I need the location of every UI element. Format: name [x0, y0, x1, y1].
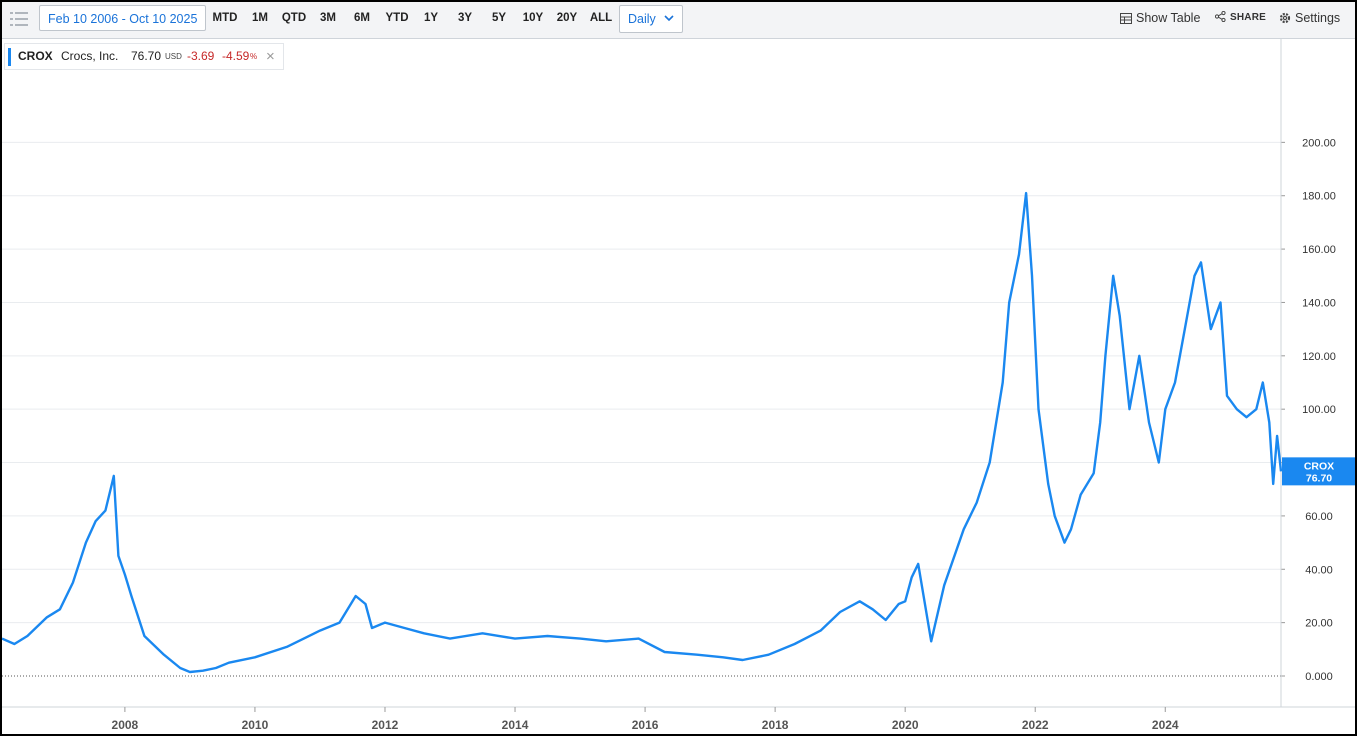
legend-color-swatch [8, 48, 11, 66]
period-20y-button[interactable]: 20Y [552, 5, 582, 31]
y-tick-label: 200.00 [1302, 137, 1336, 149]
period-1m-button[interactable]: 1M [246, 5, 274, 31]
period-6m-button[interactable]: 6M [348, 5, 376, 31]
x-tick-label: 2024 [1152, 718, 1179, 732]
legend-close-icon[interactable]: × [266, 44, 275, 69]
price-chart[interactable]: 0.00020.0040.0060.0080.00100.00120.00140… [2, 39, 1355, 734]
legend-price: 76.70 [131, 49, 162, 63]
period-ytd-button[interactable]: YTD [380, 5, 414, 31]
share-button[interactable]: SHARE [1214, 5, 1267, 31]
share-icon [1214, 10, 1226, 23]
x-tick-label: 2012 [372, 718, 399, 732]
period-3y-button[interactable]: 3Y [452, 5, 478, 31]
y-tick-label: 140.00 [1302, 297, 1336, 309]
y-tick-label: 160.00 [1302, 244, 1336, 256]
show-table-label: Show Table [1136, 11, 1201, 25]
last-price-tag-value: 76.70 [1306, 472, 1332, 484]
settings-label: Settings [1295, 11, 1341, 25]
chart-window: Feb 10 2006 - Oct 10 2025 MTD 1M QTD 3M … [0, 0, 1357, 736]
series-legend: CROX Crocs, Inc. 76.70 USD -3.69 -4.59 %… [4, 43, 284, 70]
y-tick-label: 0.000 [1305, 671, 1333, 683]
legend-percent-sign: % [250, 52, 258, 61]
chevron-down-icon [664, 15, 674, 22]
period-5y-button[interactable]: 5Y [486, 5, 512, 31]
x-tick-label: 2020 [892, 718, 919, 732]
y-tick-label: 20.00 [1305, 618, 1333, 630]
y-tick-label: 60.00 [1305, 511, 1333, 523]
x-tick-label: 2010 [242, 718, 269, 732]
legend-company-name: Crocs, Inc. [61, 49, 119, 63]
period-3m-button[interactable]: 3M [314, 5, 342, 31]
x-tick-label: 2022 [1022, 718, 1049, 732]
x-tick-label: 2014 [502, 718, 529, 732]
x-tick-label: 2016 [632, 718, 659, 732]
share-label: SHARE [1230, 12, 1267, 23]
y-tick-label: 100.00 [1302, 404, 1336, 416]
y-tick-label: 180.00 [1302, 191, 1336, 203]
y-tick-label: 120.00 [1302, 351, 1336, 363]
show-table-button[interactable]: Show Table [1120, 5, 1200, 31]
toolbar: Feb 10 2006 - Oct 10 2025 MTD 1M QTD 3M … [2, 2, 1355, 39]
legend-currency: USD [165, 52, 182, 61]
date-range-button[interactable]: Feb 10 2006 - Oct 10 2025 [39, 5, 207, 31]
settings-button[interactable]: Settings [1279, 5, 1340, 31]
period-qtd-button[interactable]: QTD [277, 5, 311, 31]
legend-change-pct: -4.59 [222, 49, 250, 63]
gear-icon [1279, 12, 1291, 24]
legend-change: -3.69 [187, 49, 215, 63]
period-all-button[interactable]: ALL [586, 5, 616, 31]
y-tick-label: 40.00 [1305, 564, 1333, 576]
period-mtd-button[interactable]: MTD [208, 5, 242, 31]
period-10y-button[interactable]: 10Y [518, 5, 548, 31]
menu-icon[interactable] [10, 10, 28, 28]
interval-label: Daily [628, 12, 656, 26]
x-tick-label: 2018 [762, 718, 789, 732]
x-tick-label: 2008 [112, 718, 139, 732]
price-line-series [2, 191, 1283, 674]
interval-select[interactable]: Daily [619, 5, 683, 33]
period-1y-button[interactable]: 1Y [418, 5, 444, 31]
last-price-tag-symbol: CROX [1304, 460, 1334, 472]
legend-symbol: CROX [18, 49, 53, 63]
table-icon [1120, 13, 1132, 24]
